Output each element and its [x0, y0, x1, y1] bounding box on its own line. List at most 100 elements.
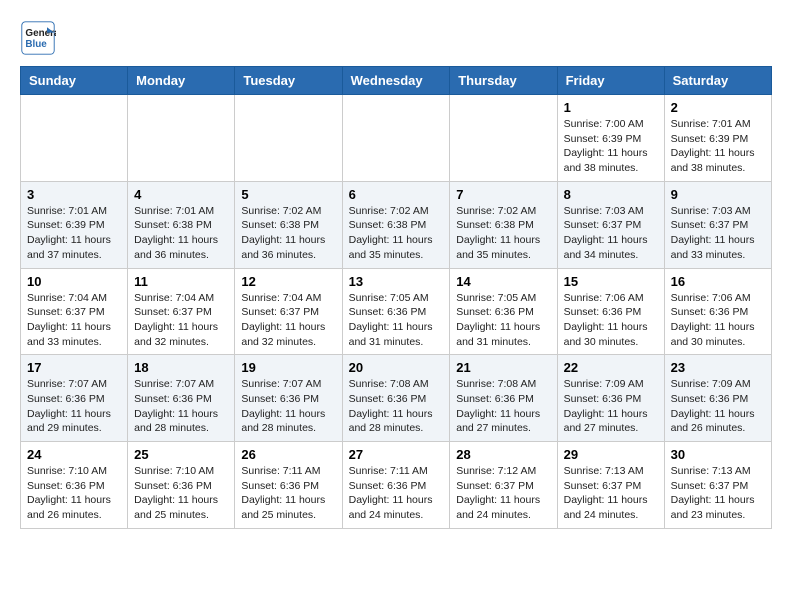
calendar-cell: 26 Sunrise: 7:11 AM Sunset: 6:36 PM Dayli…: [235, 442, 342, 529]
day-number: 30: [671, 447, 765, 462]
day-number: 9: [671, 187, 765, 202]
calendar-cell: 24 Sunrise: 7:10 AM Sunset: 6:36 PM Dayli…: [21, 442, 128, 529]
weekday-header: Wednesday: [342, 67, 450, 95]
day-number: 22: [564, 360, 658, 375]
calendar-cell: 29 Sunrise: 7:13 AM Sunset: 6:37 PM Dayli…: [557, 442, 664, 529]
day-number: 28: [456, 447, 550, 462]
calendar-cell: 1 Sunrise: 7:00 AM Sunset: 6:39 PM Daylig…: [557, 95, 664, 182]
day-number: 27: [349, 447, 444, 462]
day-info: Sunrise: 7:06 AM Sunset: 6:36 PM Dayligh…: [671, 291, 765, 350]
day-number: 16: [671, 274, 765, 289]
day-info: Sunrise: 7:08 AM Sunset: 6:36 PM Dayligh…: [349, 377, 444, 436]
day-info: Sunrise: 7:00 AM Sunset: 6:39 PM Dayligh…: [564, 117, 658, 176]
day-number: 29: [564, 447, 658, 462]
calendar-cell: 8 Sunrise: 7:03 AM Sunset: 6:37 PM Daylig…: [557, 181, 664, 268]
day-info: Sunrise: 7:11 AM Sunset: 6:36 PM Dayligh…: [241, 464, 335, 523]
day-info: Sunrise: 7:09 AM Sunset: 6:36 PM Dayligh…: [564, 377, 658, 436]
calendar-cell: 12Sunrise: 7:04 AM Sunset: 6:37 PM Dayli…: [235, 268, 342, 355]
calendar-cell: 10 Sunrise: 7:04 AM Sunset: 6:37 PM Dayli…: [21, 268, 128, 355]
day-info: Sunrise: 7:05 AM Sunset: 6:36 PM Dayligh…: [349, 291, 444, 350]
day-info: Sunrise: 7:01 AM Sunset: 6:39 PM Dayligh…: [671, 117, 765, 176]
calendar-cell: 17 Sunrise: 7:07 AM Sunset: 6:36 PM Dayli…: [21, 355, 128, 442]
calendar-cell: 19Sunrise: 7:07 AM Sunset: 6:36 PM Dayli…: [235, 355, 342, 442]
calendar-cell: 21 Sunrise: 7:08 AM Sunset: 6:36 PM Dayli…: [450, 355, 557, 442]
day-number: 26: [241, 447, 335, 462]
calendar-cell: 14Sunrise: 7:05 AM Sunset: 6:36 PM Dayli…: [450, 268, 557, 355]
calendar-cell: [235, 95, 342, 182]
day-info: Sunrise: 7:02 AM Sunset: 6:38 PM Dayligh…: [349, 204, 444, 263]
calendar-cell: 2 Sunrise: 7:01 AM Sunset: 6:39 PM Daylig…: [664, 95, 771, 182]
weekday-header: Saturday: [664, 67, 771, 95]
calendar-cell: 5 Sunrise: 7:02 AM Sunset: 6:38 PM Daylig…: [235, 181, 342, 268]
day-number: 5: [241, 187, 335, 202]
calendar-week-row: 17 Sunrise: 7:07 AM Sunset: 6:36 PM Dayli…: [21, 355, 772, 442]
weekday-header: Thursday: [450, 67, 557, 95]
calendar-week-row: 1 Sunrise: 7:00 AM Sunset: 6:39 PM Daylig…: [21, 95, 772, 182]
day-number: 2: [671, 100, 765, 115]
calendar-cell: 30 Sunrise: 7:13 AM Sunset: 6:37 PM Dayli…: [664, 442, 771, 529]
day-number: 11: [134, 274, 228, 289]
day-info: Sunrise: 7:13 AM Sunset: 6:37 PM Dayligh…: [671, 464, 765, 523]
calendar-cell: 6 Sunrise: 7:02 AM Sunset: 6:38 PM Daylig…: [342, 181, 450, 268]
day-number: 6: [349, 187, 444, 202]
day-info: Sunrise: 7:09 AM Sunset: 6:36 PM Dayligh…: [671, 377, 765, 436]
calendar-cell: 3Sunrise: 7:01 AM Sunset: 6:39 PM Daylig…: [21, 181, 128, 268]
calendar-cell: 13 Sunrise: 7:05 AM Sunset: 6:36 PM Dayli…: [342, 268, 450, 355]
day-number: 13: [349, 274, 444, 289]
calendar-cell: [128, 95, 235, 182]
day-info: Sunrise: 7:05 AM Sunset: 6:36 PM Dayligh…: [456, 291, 550, 350]
day-number: 8: [564, 187, 658, 202]
day-info: Sunrise: 7:04 AM Sunset: 6:37 PM Dayligh…: [27, 291, 121, 350]
day-number: 1: [564, 100, 658, 115]
day-info: Sunrise: 7:10 AM Sunset: 6:36 PM Dayligh…: [134, 464, 228, 523]
calendar-cell: 28 Sunrise: 7:12 AM Sunset: 6:37 PM Dayli…: [450, 442, 557, 529]
calendar-week-row: 3Sunrise: 7:01 AM Sunset: 6:39 PM Daylig…: [21, 181, 772, 268]
calendar-cell: 27 Sunrise: 7:11 AM Sunset: 6:36 PM Dayli…: [342, 442, 450, 529]
calendar-cell: [342, 95, 450, 182]
day-info: Sunrise: 7:11 AM Sunset: 6:36 PM Dayligh…: [349, 464, 444, 523]
calendar-cell: 22 Sunrise: 7:09 AM Sunset: 6:36 PM Dayli…: [557, 355, 664, 442]
calendar-table: SundayMondayTuesdayWednesdayThursdayFrid…: [20, 66, 772, 529]
day-info: Sunrise: 7:13 AM Sunset: 6:37 PM Dayligh…: [564, 464, 658, 523]
svg-text:Blue: Blue: [25, 39, 47, 50]
day-info: Sunrise: 7:04 AM Sunset: 6:37 PM Dayligh…: [134, 291, 228, 350]
weekday-header: Tuesday: [235, 67, 342, 95]
day-number: 4: [134, 187, 228, 202]
day-info: Sunrise: 7:07 AM Sunset: 6:36 PM Dayligh…: [134, 377, 228, 436]
logo: General Blue: [20, 20, 56, 56]
calendar-cell: 15Sunrise: 7:06 AM Sunset: 6:36 PM Dayli…: [557, 268, 664, 355]
calendar-cell: 25 Sunrise: 7:10 AM Sunset: 6:36 PM Dayli…: [128, 442, 235, 529]
day-info: Sunrise: 7:02 AM Sunset: 6:38 PM Dayligh…: [241, 204, 335, 263]
day-number: 20: [349, 360, 444, 375]
day-info: Sunrise: 7:01 AM Sunset: 6:38 PM Dayligh…: [134, 204, 228, 263]
weekday-header: Sunday: [21, 67, 128, 95]
day-number: 23: [671, 360, 765, 375]
calendar-cell: 4 Sunrise: 7:01 AM Sunset: 6:38 PM Daylig…: [128, 181, 235, 268]
day-info: Sunrise: 7:07 AM Sunset: 6:36 PM Dayligh…: [27, 377, 121, 436]
page-header: General Blue: [20, 20, 772, 56]
calendar-cell: 11 Sunrise: 7:04 AM Sunset: 6:37 PM Dayli…: [128, 268, 235, 355]
day-number: 17: [27, 360, 121, 375]
weekday-header: Friday: [557, 67, 664, 95]
calendar-cell: 20 Sunrise: 7:08 AM Sunset: 6:36 PM Dayli…: [342, 355, 450, 442]
day-info: Sunrise: 7:07 AM Sunset: 6:36 PM Dayligh…: [241, 377, 335, 436]
day-info: Sunrise: 7:01 AM Sunset: 6:39 PM Dayligh…: [27, 204, 121, 263]
day-info: Sunrise: 7:10 AM Sunset: 6:36 PM Dayligh…: [27, 464, 121, 523]
calendar-cell: [450, 95, 557, 182]
svg-text:General: General: [25, 28, 56, 39]
day-number: 24: [27, 447, 121, 462]
calendar-cell: 18Sunrise: 7:07 AM Sunset: 6:36 PM Dayli…: [128, 355, 235, 442]
day-info: Sunrise: 7:08 AM Sunset: 6:36 PM Dayligh…: [456, 377, 550, 436]
calendar-cell: 23 Sunrise: 7:09 AM Sunset: 6:36 PM Dayli…: [664, 355, 771, 442]
day-number: 12: [241, 274, 335, 289]
calendar-cell: 9 Sunrise: 7:03 AM Sunset: 6:37 PM Daylig…: [664, 181, 771, 268]
day-number: 25: [134, 447, 228, 462]
day-info: Sunrise: 7:03 AM Sunset: 6:37 PM Dayligh…: [564, 204, 658, 263]
day-number: 21: [456, 360, 550, 375]
day-info: Sunrise: 7:03 AM Sunset: 6:37 PM Dayligh…: [671, 204, 765, 263]
day-info: Sunrise: 7:12 AM Sunset: 6:37 PM Dayligh…: [456, 464, 550, 523]
day-number: 10: [27, 274, 121, 289]
day-info: Sunrise: 7:06 AM Sunset: 6:36 PM Dayligh…: [564, 291, 658, 350]
calendar-week-row: 24 Sunrise: 7:10 AM Sunset: 6:36 PM Dayli…: [21, 442, 772, 529]
calendar-cell: 16 Sunrise: 7:06 AM Sunset: 6:36 PM Dayli…: [664, 268, 771, 355]
